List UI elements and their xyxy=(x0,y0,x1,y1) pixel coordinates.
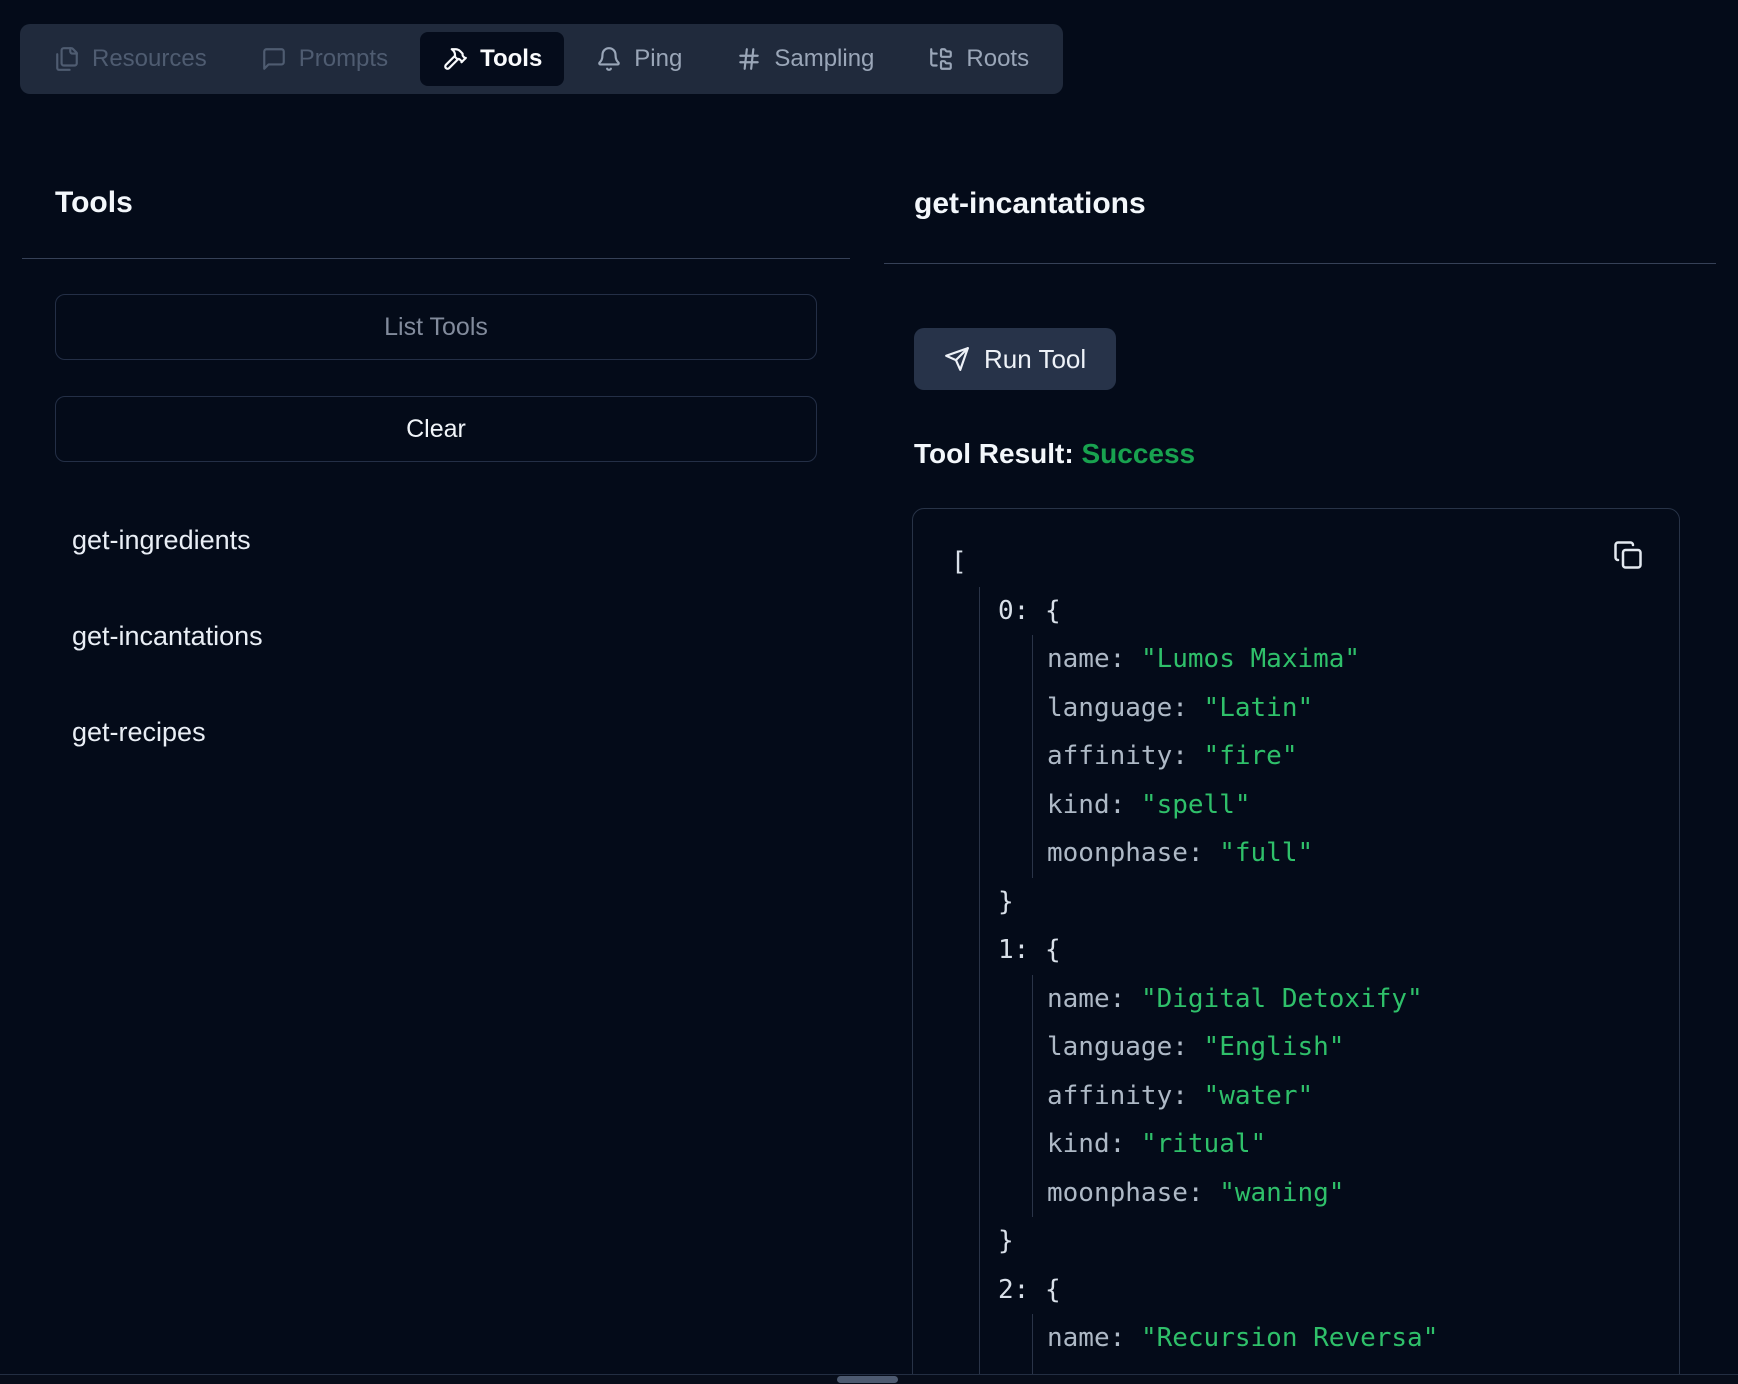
tool-detail-divider xyxy=(884,263,1716,264)
json-punct: } xyxy=(998,887,1014,917)
horizontal-scrollbar[interactable] xyxy=(0,1374,1738,1384)
json-value: "waning" xyxy=(1219,1178,1344,1208)
run-tool-button[interactable]: Run Tool xyxy=(914,328,1116,390)
tools-panel-title: Tools xyxy=(55,185,850,221)
json-value: "ritual" xyxy=(1141,1129,1266,1159)
tool-result-json-box: [0: {name: "Lumos Maxima"language: "Lati… xyxy=(912,508,1680,1384)
tool-item-get-recipes[interactable]: get-recipes xyxy=(72,716,850,748)
json-value: "water" xyxy=(1204,1081,1314,1111)
json-key: moonphase: xyxy=(1047,838,1204,868)
json-line: name: "Lumos Maxima" xyxy=(1047,635,1659,684)
json-key: name: xyxy=(1047,1323,1125,1353)
json-object-fields: name: "Lumos Maxima"language: "Latin"aff… xyxy=(1032,635,1659,878)
json-key: kind: xyxy=(1047,790,1125,820)
selected-tool-title: get-incantations xyxy=(914,186,1716,222)
copy-icon[interactable] xyxy=(1611,539,1645,573)
tool-detail-panel: get-incantations Run Tool Tool Result: S… xyxy=(884,0,1716,1384)
json-key: name: xyxy=(1047,984,1125,1014)
json-punct: [ xyxy=(951,547,967,577)
json-line: name: "Recursion Reversa" xyxy=(1047,1314,1659,1363)
json-line: kind: "ritual" xyxy=(1047,1120,1659,1169)
json-line: } xyxy=(998,878,1659,927)
json-key: kind: xyxy=(1047,1129,1125,1159)
tools-panel: Tools List Tools Clear get-ingredientsge… xyxy=(22,0,850,748)
send-icon xyxy=(944,346,970,372)
json-value: "Latin" xyxy=(1204,693,1314,723)
json-array-items: 0: {name: "Lumos Maxima"language: "Latin… xyxy=(979,587,1659,1384)
json-line: name: "Digital Detoxify" xyxy=(1047,975,1659,1024)
mcp-inspector-page: ResourcesPromptsToolsPingSamplingRoots T… xyxy=(0,0,1738,1384)
json-punct: } xyxy=(998,1226,1014,1256)
json-value: "Lumos Maxima" xyxy=(1141,644,1360,674)
tool-item-get-ingredients[interactable]: get-ingredients xyxy=(72,524,850,556)
json-line: 2: { xyxy=(998,1266,1659,1315)
json-punct: 1: { xyxy=(998,935,1061,965)
list-tools-button[interactable]: List Tools xyxy=(55,294,817,360)
json-line: affinity: "fire" xyxy=(1047,732,1659,781)
json-punct: 2: { xyxy=(998,1275,1061,1305)
json-value: "English" xyxy=(1204,1032,1345,1062)
clear-button[interactable]: Clear xyxy=(55,396,817,462)
tool-result-label: Tool Result: xyxy=(914,438,1074,469)
json-line: affinity: "water" xyxy=(1047,1072,1659,1121)
json-line: 0: { xyxy=(998,587,1659,636)
json-key: name: xyxy=(1047,644,1125,674)
json-line: moonphase: "waning" xyxy=(1047,1169,1659,1218)
json-value: "Digital Detoxify" xyxy=(1141,984,1423,1014)
tool-result-status: Success xyxy=(1081,438,1195,469)
json-line: } xyxy=(998,1217,1659,1266)
json-value: "Recursion Reversa" xyxy=(1141,1323,1438,1353)
json-value: "fire" xyxy=(1204,741,1298,771)
json-key: language: xyxy=(1047,1032,1188,1062)
scrollbar-thumb[interactable] xyxy=(837,1376,898,1383)
json-line: 1: { xyxy=(998,926,1659,975)
tools-panel-divider xyxy=(22,258,850,259)
json-line: [ xyxy=(951,538,1659,587)
json-object-fields: name: "Digital Detoxify"language: "Engli… xyxy=(1032,975,1659,1218)
tool-result-line: Tool Result: Success xyxy=(914,438,1716,470)
json-line: kind: "spell" xyxy=(1047,781,1659,830)
json-punct: 0: { xyxy=(998,596,1061,626)
json-key: affinity: xyxy=(1047,741,1188,771)
json-tree: [0: {name: "Lumos Maxima"language: "Lati… xyxy=(951,538,1659,1384)
run-tool-label: Run Tool xyxy=(984,344,1086,375)
tool-item-get-incantations[interactable]: get-incantations xyxy=(72,620,850,652)
json-line: moonphase: "full" xyxy=(1047,829,1659,878)
json-line: language: "Latin" xyxy=(1047,684,1659,733)
json-line: language: "English" xyxy=(1047,1023,1659,1072)
json-value: "full" xyxy=(1219,838,1313,868)
json-value: "spell" xyxy=(1141,790,1251,820)
json-key: moonphase: xyxy=(1047,1178,1204,1208)
json-key: affinity: xyxy=(1047,1081,1188,1111)
tool-list: get-ingredients get-incantations get-recip… xyxy=(72,524,850,748)
json-key: language: xyxy=(1047,693,1188,723)
